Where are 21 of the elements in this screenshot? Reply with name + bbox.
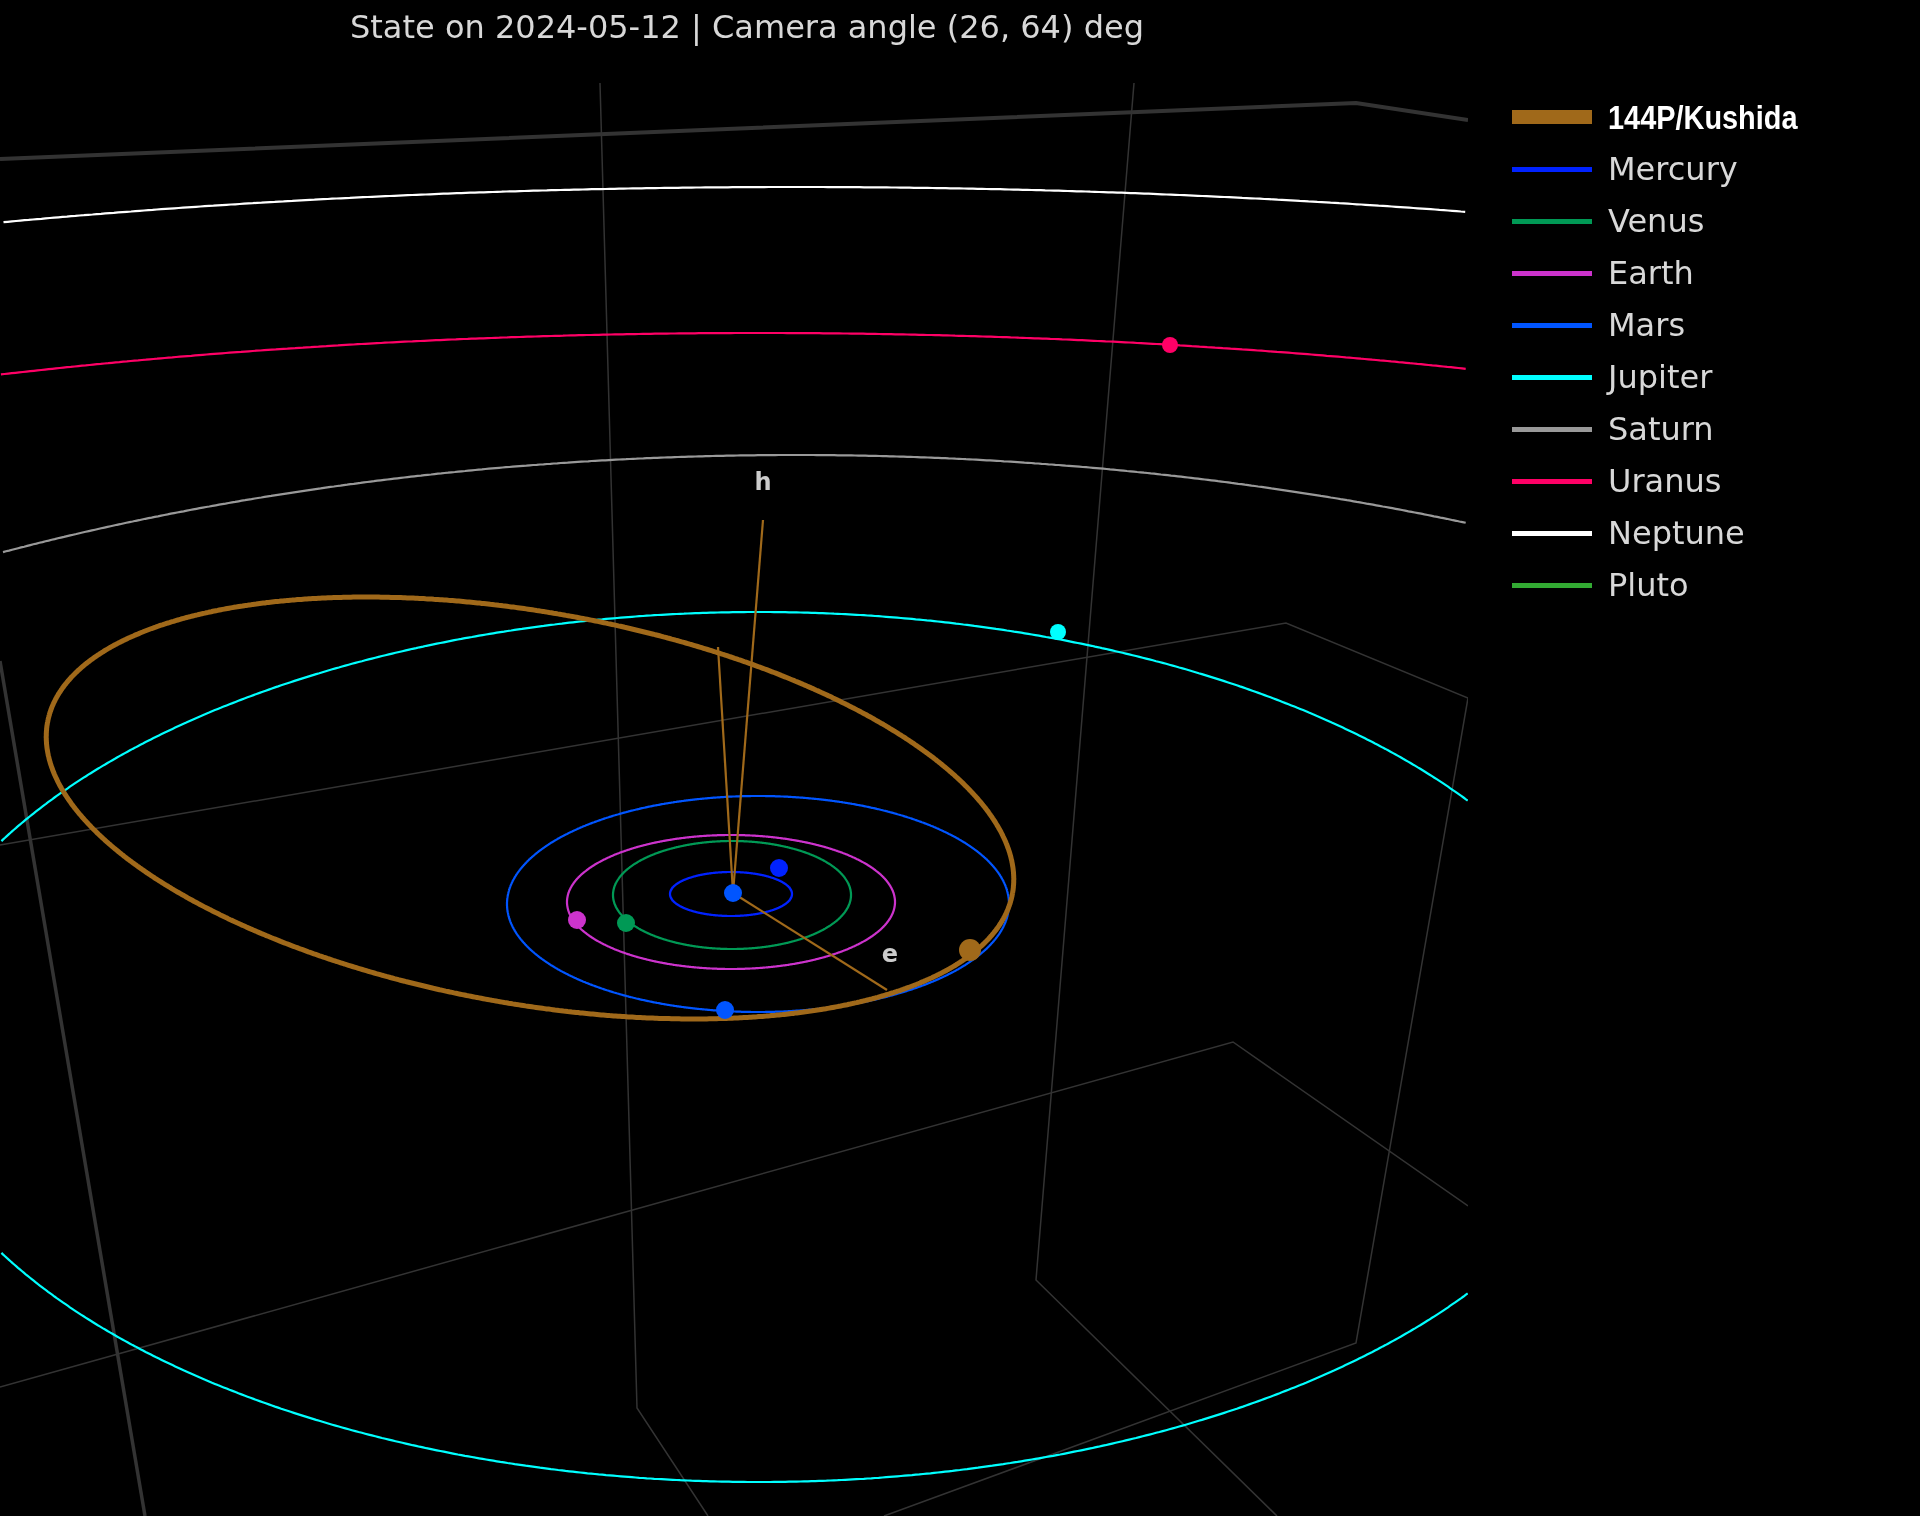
planet-marker [770, 859, 788, 877]
legend-item[interactable]: 144P/Kushida [1608, 97, 1798, 137]
planet-marker [617, 914, 635, 932]
axis-label: e [881, 940, 899, 968]
planet-marker [1162, 337, 1178, 353]
planet-marker [1050, 624, 1066, 640]
legend-item[interactable]: Earth [1608, 254, 1694, 292]
planet-marker [568, 911, 586, 929]
planet-marker [716, 1001, 734, 1019]
legend-item[interactable]: Uranus [1608, 462, 1722, 500]
legend-item[interactable]: Venus [1608, 202, 1705, 240]
legend-item[interactable]: Mercury [1608, 150, 1738, 188]
legend-item[interactable]: Jupiter [1608, 358, 1713, 396]
legend-item[interactable]: Mars [1608, 306, 1686, 344]
axis-label: h [754, 468, 772, 496]
plot-title: State on 2024-05-12 | Camera angle (26, 64) deg [350, 8, 1144, 46]
sun-marker [724, 884, 742, 902]
legend-item[interactable]: Neptune [1608, 514, 1745, 552]
legend-item[interactable]: Pluto [1608, 566, 1689, 604]
legend-item[interactable]: Saturn [1608, 410, 1714, 448]
comet-marker [959, 939, 981, 961]
